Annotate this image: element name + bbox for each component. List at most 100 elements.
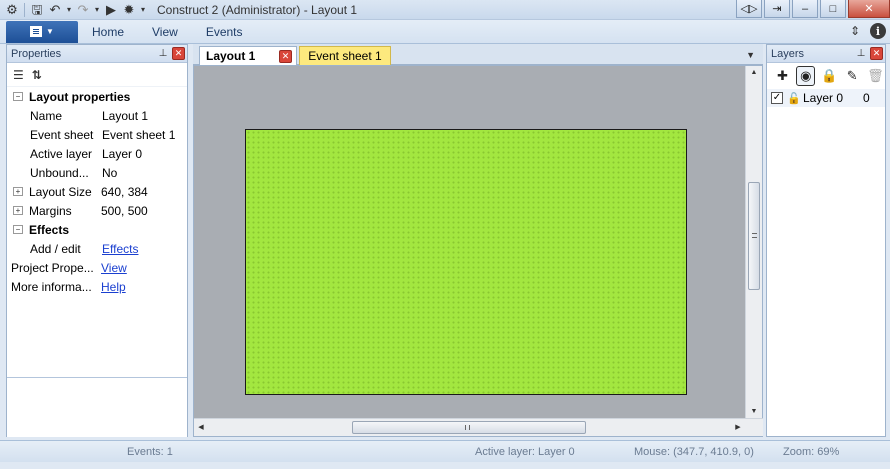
layers-toolbar: ✚ ◉ 🔒 ✎ 🗑 xyxy=(767,63,885,89)
expand-icon[interactable]: + xyxy=(13,206,23,215)
property-link[interactable]: Effects xyxy=(102,242,138,256)
property-row[interactable]: Project Prope... View xyxy=(7,258,187,277)
property-category: Effects xyxy=(29,222,70,237)
property-row[interactable]: Event sheet Event sheet 1 xyxy=(7,125,187,144)
categorized-icon[interactable]: ☰ xyxy=(13,68,24,82)
undo-dropdown-icon[interactable]: ▾ xyxy=(65,2,73,18)
layer-name: Layer 0 xyxy=(803,91,844,105)
info-icon[interactable]: i xyxy=(870,23,886,39)
properties-header-buttons: ⊥ ✕ xyxy=(157,47,185,60)
tab-view[interactable]: View xyxy=(138,21,192,43)
status-mouse: Mouse: (347.7, 410.9, 0) xyxy=(634,446,754,458)
tab-event-sheet-1[interactable]: Event sheet 1 xyxy=(299,46,391,65)
restore-panes-button[interactable]: ◁▷ xyxy=(736,0,762,18)
collapse-icon[interactable]: − xyxy=(13,225,23,234)
close-icon[interactable]: ✕ xyxy=(870,47,883,60)
close-button[interactable]: ✕ xyxy=(848,0,890,18)
construct-logo-icon[interactable]: ⚙ xyxy=(4,2,20,18)
property-value[interactable]: No xyxy=(102,166,117,180)
document-icon xyxy=(30,26,43,37)
property-key: Event sheet xyxy=(30,127,94,142)
expand-icon[interactable]: + xyxy=(13,187,23,196)
redo-icon[interactable]: ↷ xyxy=(75,2,91,18)
pin-icon[interactable]: ⊥ xyxy=(157,48,169,59)
horizontal-scrollbar[interactable]: ◀ ▶ xyxy=(194,418,763,436)
property-key: Unbound... xyxy=(30,165,89,180)
collapse-icon[interactable]: − xyxy=(13,92,23,101)
vertical-scrollbar[interactable]: ▲ ▼ xyxy=(745,66,762,419)
help-button[interactable]: ⇥ xyxy=(764,0,790,18)
maximize-button[interactable]: □ xyxy=(820,0,846,18)
tab-label: Event sheet 1 xyxy=(308,49,382,63)
minimize-ribbon-icon[interactable]: ⇕ xyxy=(846,22,864,40)
pencil-icon[interactable]: ✎ xyxy=(843,66,862,86)
tab-events[interactable]: Events xyxy=(192,21,257,43)
tab-home[interactable]: Home xyxy=(78,21,138,43)
property-row[interactable]: Active layer Layer 0 xyxy=(7,144,187,163)
pin-icon[interactable]: ⊥ xyxy=(855,48,867,59)
property-row[interactable]: Unbound... No xyxy=(7,163,187,182)
property-row[interactable]: − Layout properties xyxy=(7,87,187,106)
scroll-right-icon[interactable]: ▶ xyxy=(731,419,745,436)
customize-icon[interactable]: ▾ xyxy=(139,2,147,18)
horizontal-scroll-thumb[interactable] xyxy=(352,421,586,434)
add-layer-icon[interactable]: ✚ xyxy=(773,66,792,86)
scroll-left-icon[interactable]: ◀ xyxy=(194,419,208,436)
layout-canvas[interactable] xyxy=(245,129,687,395)
close-tab-icon[interactable]: ✕ xyxy=(279,50,292,63)
scroll-up-icon[interactable]: ▲ xyxy=(746,66,762,80)
window-title: Construct 2 (Administrator) - Layout 1 xyxy=(157,2,358,17)
properties-header: Properties ⊥ ✕ xyxy=(7,45,187,63)
lock-icon[interactable]: 🔒 xyxy=(819,66,838,86)
property-link[interactable]: Help xyxy=(101,280,126,294)
properties-title: Properties xyxy=(11,47,62,60)
property-value[interactable]: Layer 0 xyxy=(102,147,142,161)
grip-icon xyxy=(465,425,470,430)
grip-icon xyxy=(752,233,757,238)
tab-list-dropdown-icon[interactable]: ▼ xyxy=(746,50,755,60)
property-value[interactable]: 500, 500 xyxy=(101,204,148,218)
window-controls: ◁▷ ⇥ – □ ✕ xyxy=(734,0,890,20)
tab-label: Layout 1 xyxy=(206,49,256,63)
property-value[interactable]: 640, 384 xyxy=(101,185,148,199)
properties-panel: Properties ⊥ ✕ ☰ ⇅ − Layout properties Nam… xyxy=(6,44,188,437)
layer-number: 0 xyxy=(863,91,870,105)
property-row[interactable]: More informa... Help xyxy=(7,277,187,296)
property-link[interactable]: View xyxy=(101,261,127,275)
status-active-layer: Active layer: Layer 0 xyxy=(475,446,575,458)
close-icon[interactable]: ✕ xyxy=(172,47,185,60)
status-zoom: Zoom: 69% xyxy=(783,446,840,458)
ribbon: ▼ Home View Events ⇕ i xyxy=(0,20,890,44)
trash-icon[interactable]: 🗑 xyxy=(866,66,885,86)
title-bar: ⚙ 🖫 ↶ ▾ ↷ ▾ ▶ ✹ ▾ Construct 2 (Administr… xyxy=(0,0,890,20)
property-key: More informa... xyxy=(11,279,92,294)
property-row[interactable]: + Margins 500, 500 xyxy=(7,201,187,220)
property-row[interactable]: Name Layout 1 xyxy=(7,106,187,125)
layers-title: Layers xyxy=(771,47,805,60)
run-icon[interactable]: ▶ xyxy=(103,2,119,18)
save-icon[interactable]: 🖫 xyxy=(29,2,45,18)
layers-header-buttons: ⊥ ✕ xyxy=(855,47,883,60)
application-menu-button[interactable]: ▼ xyxy=(6,20,78,43)
undo-icon[interactable]: ↶ xyxy=(47,2,63,18)
scroll-down-icon[interactable]: ▼ xyxy=(746,405,762,419)
vertical-scroll-thumb[interactable] xyxy=(748,182,760,290)
property-value[interactable]: Layout 1 xyxy=(102,109,148,123)
unlocked-icon[interactable]: 🔓 xyxy=(787,92,801,105)
eye-icon[interactable]: ◉ xyxy=(796,66,816,86)
property-row[interactable]: Add / edit Effects xyxy=(7,239,187,258)
debug-icon[interactable]: ✹ xyxy=(121,2,137,18)
ribbon-right-controls: ⇕ i xyxy=(846,22,886,40)
sort-alphabetical-icon[interactable]: ⇅ xyxy=(32,68,42,82)
chevron-down-icon: ▼ xyxy=(46,27,54,36)
tab-layout-1[interactable]: Layout 1 ✕ xyxy=(199,46,297,65)
layer-visible-checkbox[interactable]: ✓ xyxy=(771,92,783,104)
property-row[interactable]: + Layout Size 640, 384 xyxy=(7,182,187,201)
properties-toolbar: ☰ ⇅ xyxy=(7,63,187,87)
redo-dropdown-icon[interactable]: ▾ xyxy=(93,2,101,18)
minimize-button[interactable]: – xyxy=(792,0,818,18)
layout-view[interactable]: ▲ ▼ ◀ ▶ xyxy=(193,65,763,437)
layer-row[interactable]: ✓ 🔓 Layer 0 0 xyxy=(767,89,885,107)
property-value[interactable]: Event sheet 1 xyxy=(102,128,175,142)
property-row[interactable]: − Effects xyxy=(7,220,187,239)
